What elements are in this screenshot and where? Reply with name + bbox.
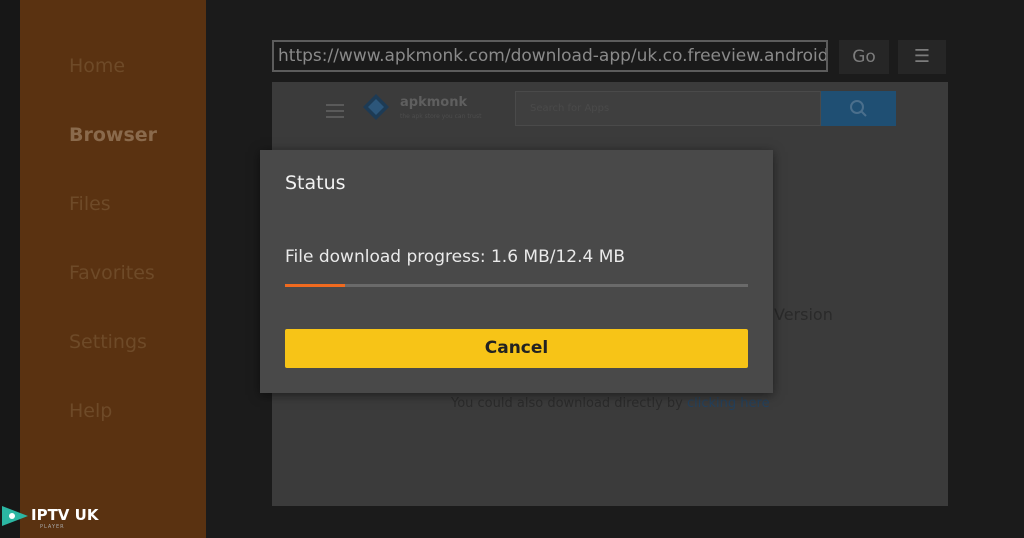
left-margin bbox=[0, 0, 20, 538]
download-progress-text: File download progress: 1.6 MB/12.4 MB bbox=[285, 247, 626, 267]
direct-download-label: You could also download directly by bbox=[451, 396, 683, 411]
download-progress-bar bbox=[285, 284, 748, 287]
browser-menu-button[interactable]: ☰ bbox=[898, 40, 946, 74]
cancel-button[interactable]: Cancel bbox=[285, 329, 748, 368]
apkmonk-logo-icon bbox=[363, 94, 389, 120]
iptv-uk-logo-icon bbox=[2, 506, 28, 526]
sidebar-item-settings[interactable]: Settings bbox=[69, 331, 147, 353]
sidebar-item-browser[interactable]: Browser bbox=[69, 124, 157, 146]
status-dialog: Status File download progress: 1.6 MB/12… bbox=[260, 150, 773, 393]
site-name: apkmonk bbox=[400, 95, 468, 110]
sidebar-item-files[interactable]: Files bbox=[69, 193, 111, 215]
site-search-input[interactable]: Search for Apps bbox=[515, 91, 821, 126]
go-button[interactable]: Go bbox=[839, 40, 889, 74]
site-tagline: the apk store you can trust bbox=[400, 113, 482, 120]
search-icon bbox=[850, 100, 867, 117]
version-text: Version bbox=[774, 305, 833, 324]
dialog-title: Status bbox=[285, 172, 346, 194]
watermark-brand: IPTV UK bbox=[31, 506, 99, 524]
watermark-sub: PLAYER bbox=[40, 524, 65, 530]
app-screen: Home Browser Files Favorites Settings He… bbox=[0, 0, 1024, 538]
sidebar: Home Browser Files Favorites Settings He… bbox=[20, 0, 206, 538]
direct-download-text: You could also download directly by clic… bbox=[451, 396, 770, 411]
site-menu-icon[interactable] bbox=[326, 104, 344, 118]
sidebar-item-help[interactable]: Help bbox=[69, 400, 112, 422]
download-progress-fill bbox=[285, 284, 345, 287]
direct-download-link[interactable]: clicking here bbox=[687, 396, 770, 411]
url-input[interactable]: https://www.apkmonk.com/download-app/uk.… bbox=[272, 40, 828, 72]
hamburger-menu-icon: ☰ bbox=[913, 46, 931, 67]
sidebar-item-home[interactable]: Home bbox=[69, 55, 125, 77]
sidebar-item-favorites[interactable]: Favorites bbox=[69, 262, 155, 284]
site-search-button[interactable] bbox=[821, 91, 896, 126]
